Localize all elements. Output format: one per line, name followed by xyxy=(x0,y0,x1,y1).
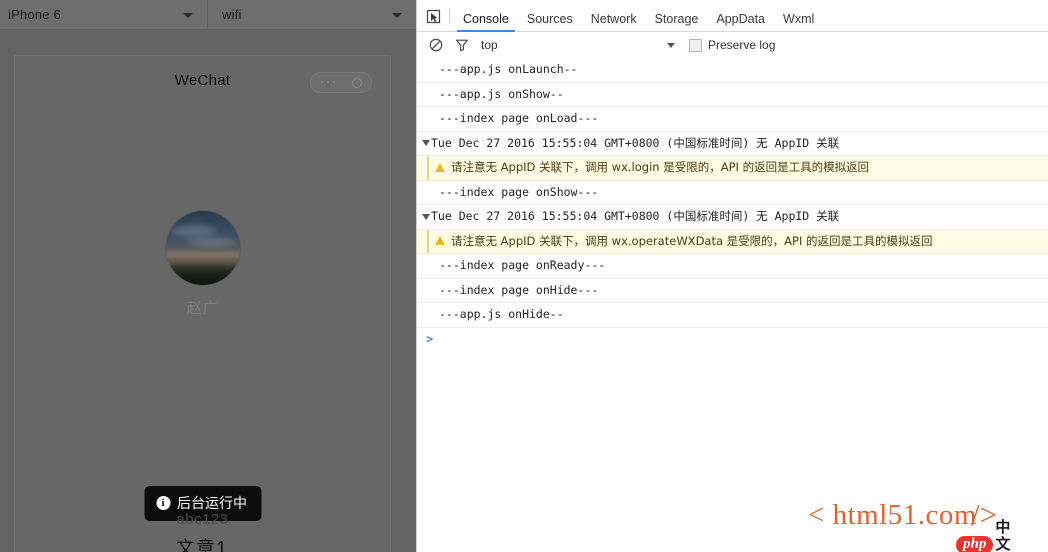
tab-sources[interactable]: Sources xyxy=(518,13,582,32)
chevron-down-icon xyxy=(183,13,193,18)
console-row: ---app.js onHide-- xyxy=(417,303,1048,328)
user-nickname: 赵广 xyxy=(186,297,218,318)
page-content-lines: abc123 文章1 xyxy=(15,511,390,552)
toolbar-divider xyxy=(449,8,450,24)
triangle-down-icon[interactable] xyxy=(422,214,430,220)
network-select[interactable]: wifi xyxy=(208,0,416,29)
inspect-element-icon[interactable] xyxy=(419,1,447,31)
console-row-text: ---index page onShow--- xyxy=(439,185,598,199)
triangle-down-icon[interactable] xyxy=(422,140,430,146)
console-row: ---app.js onShow-- xyxy=(417,83,1048,108)
console-row-text: 请注意无 AppID 关联下，调用 wx.login 是受限的，API 的返回是… xyxy=(451,160,869,174)
console-row: ---app.js onLaunch-- xyxy=(417,58,1048,83)
console-row-text: ---app.js onLaunch-- xyxy=(439,62,577,76)
console-warning-row: 请注意无 AppID 关联下，调用 wx.operateWXData 是受限的，… xyxy=(417,230,1048,255)
console-row-text: 请注意无 AppID 关联下，调用 wx.operateWXData 是受限的，… xyxy=(451,234,933,248)
page-title: WeChat xyxy=(175,72,231,89)
close-circle-icon xyxy=(352,78,362,88)
console-warning-row: 请注意无 AppID 关联下，调用 wx.login 是受限的，API 的返回是… xyxy=(417,156,1048,181)
prompt-caret-icon: > xyxy=(426,332,433,346)
console-row-text: ---app.js onHide-- xyxy=(439,307,564,321)
warning-triangle-icon xyxy=(435,236,445,245)
devtools-tabbar: Console Sources Network Storage AppData … xyxy=(417,0,1048,32)
tab-console[interactable]: Console xyxy=(454,13,518,32)
tab-storage[interactable]: Storage xyxy=(646,13,708,32)
console-row-text: ---index page onLoad--- xyxy=(439,111,598,125)
console-row: ---index page onReady--- xyxy=(417,254,1048,279)
context-select-value: top xyxy=(481,38,498,52)
console-output[interactable]: ---app.js onLaunch-- ---app.js onShow-- … xyxy=(417,58,1048,552)
console-row-text: ---index page onHide--- xyxy=(439,283,598,297)
clear-console-icon[interactable] xyxy=(425,34,447,56)
more-dots-icon xyxy=(321,81,335,83)
phone-screen: WeChat 赵广 i 后台运行中 abc xyxy=(14,55,391,552)
device-select-value: iPhone 6 xyxy=(8,7,61,22)
console-row: ---index page onHide--- xyxy=(417,279,1048,304)
info-icon: i xyxy=(156,496,170,510)
app-window: iPhone 6 wifi WeChat xyxy=(0,0,1048,552)
console-group-row[interactable]: Tue Dec 27 2016 15:55:04 GMT+0800 (中国标准时… xyxy=(417,132,1048,157)
content-line-1: abc123 xyxy=(176,511,228,528)
warning-triangle-icon xyxy=(435,163,445,172)
devtools-pane: Console Sources Network Storage AppData … xyxy=(416,0,1048,552)
console-row-text: ---app.js onShow-- xyxy=(439,87,564,101)
context-select[interactable]: top xyxy=(481,38,498,52)
preserve-log-label: Preserve log xyxy=(708,38,775,52)
console-group-row[interactable]: Tue Dec 27 2016 15:55:04 GMT+0800 (中国标准时… xyxy=(417,205,1048,230)
user-profile-block: 赵广 xyxy=(15,211,390,318)
wechat-capsule-button[interactable] xyxy=(310,72,372,93)
filter-funnel-icon[interactable] xyxy=(451,34,473,56)
console-row: ---index page onShow--- xyxy=(417,181,1048,206)
wechat-simulator-pane: iPhone 6 wifi WeChat xyxy=(0,0,416,552)
tab-appdata[interactable]: AppData xyxy=(707,13,774,32)
console-prompt[interactable]: > xyxy=(417,328,1048,352)
tab-network[interactable]: Network xyxy=(582,13,646,32)
preserve-log-toggle[interactable]: Preserve log xyxy=(689,38,775,52)
console-row-text: ---index page onReady--- xyxy=(439,258,605,272)
avatar xyxy=(166,211,240,285)
chevron-down-icon xyxy=(392,13,402,18)
preserve-log-checkbox[interactable] xyxy=(689,39,702,52)
console-row-text: Tue Dec 27 2016 15:55:04 GMT+0800 (中国标准时… xyxy=(431,136,839,150)
console-row: ---index page onLoad--- xyxy=(417,107,1048,132)
console-filter-bar: top Preserve log xyxy=(417,32,1048,59)
chevron-down-icon[interactable] xyxy=(667,43,675,48)
toast-text: 后台运行中 xyxy=(177,493,247,513)
tab-wxml[interactable]: Wxml xyxy=(774,13,823,32)
content-line-2: 文章1 xyxy=(176,534,228,552)
console-row-text: Tue Dec 27 2016 15:55:04 GMT+0800 (中国标准时… xyxy=(431,209,839,223)
wechat-navbar: WeChat xyxy=(15,56,390,105)
device-select[interactable]: iPhone 6 xyxy=(0,0,208,29)
network-select-value: wifi xyxy=(222,7,242,22)
simulator-toolbar: iPhone 6 wifi xyxy=(0,0,416,30)
